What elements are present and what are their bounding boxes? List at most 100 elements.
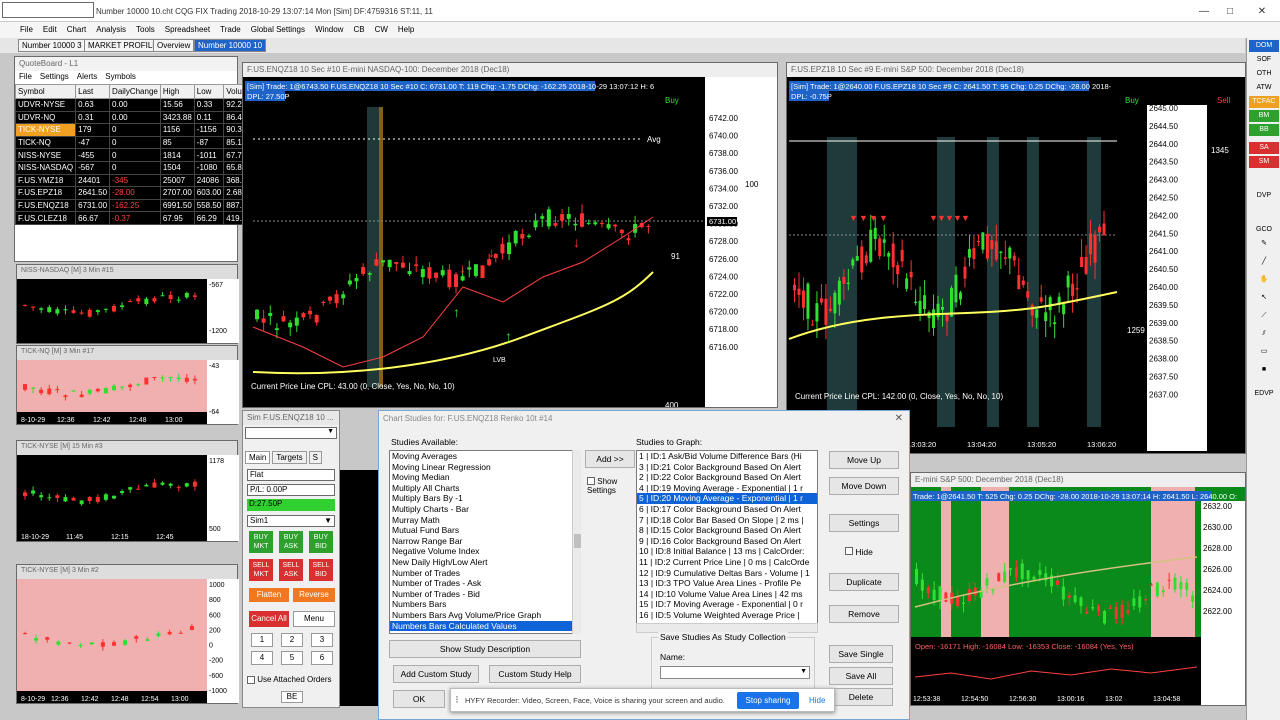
- column-header[interactable]: DailyChange: [109, 84, 161, 99]
- toolbar-gco-button[interactable]: GCO: [1249, 224, 1279, 236]
- chart-enqz18-plot[interactable]: [Sim] Trade: 1@6743.50 F.US.ENQZ18 10 Se…: [243, 77, 777, 410]
- buy-ask-button[interactable]: BUY ASK: [279, 531, 303, 553]
- hand-icon[interactable]: ✋: [1249, 274, 1279, 286]
- chart-epz18-lower-plot[interactable]: Trade: 1@2641.50 T: 525 Chg: 0.25 DChg: …: [911, 487, 1245, 705]
- column-header[interactable]: High: [159, 84, 195, 99]
- study-available-item[interactable]: Multiply Charts - Bar: [390, 504, 580, 515]
- attached-orders-option[interactable]: Use Attached Orders: [247, 675, 332, 684]
- toolbar-dvp-button[interactable]: DVP: [1249, 190, 1279, 202]
- duplicate-button[interactable]: Duplicate: [829, 573, 899, 591]
- sell-ask-button[interactable]: SELL ASK: [279, 559, 303, 581]
- minichart-niss[interactable]: NISS-NASDAQ [M] 3 Min #15 -567 -1200: [16, 264, 239, 344]
- study-available-item[interactable]: Numbers Bars: [390, 599, 580, 610]
- close-icon[interactable]: ✕: [1254, 6, 1270, 18]
- quote-row[interactable]: TICK-NQ -47 0 85 -87 85.1: [14, 135, 256, 150]
- tab-main[interactable]: Main: [245, 451, 271, 464]
- line-icon[interactable]: ╱: [1249, 256, 1279, 268]
- quantity-2-button[interactable]: 2: [281, 633, 303, 647]
- study-available-item[interactable]: Narrow Range Bar: [390, 536, 580, 547]
- save-all-button[interactable]: Save All: [829, 667, 893, 685]
- cancel-all-button[interactable]: Cancel All: [249, 611, 289, 627]
- quote-row[interactable]: TICK-NYSE 179 0 1156 -1156 90.3: [14, 123, 256, 137]
- buy-bid-button[interactable]: BUY BID: [309, 531, 333, 553]
- quoteboard-menu-symbols[interactable]: Symbols: [105, 72, 136, 83]
- box-icon[interactable]: ▭: [1249, 346, 1279, 358]
- quote-row[interactable]: UDVR-NYSE 0.63 0.00 15.56 0.33 92.2: [14, 98, 256, 112]
- close-icon[interactable]: ✕: [895, 413, 903, 424]
- collection-name-select[interactable]: ▼: [660, 666, 810, 679]
- study-graph-item[interactable]: 3 | ID:21 Color Background Based On Aler…: [637, 462, 817, 473]
- menu-spreadsheet[interactable]: Spreadsheet: [165, 25, 210, 34]
- sell-market-button[interactable]: SELL MKT: [249, 559, 273, 581]
- quoteboard-menu-file[interactable]: File: [19, 72, 32, 83]
- quoteboard-menu-settings[interactable]: Settings: [40, 72, 69, 83]
- settings-button[interactable]: Settings: [829, 514, 899, 532]
- scrollbar[interactable]: [572, 450, 581, 634]
- tab-s[interactable]: S: [308, 451, 322, 464]
- column-header[interactable]: Last: [75, 84, 111, 99]
- stop-sharing-button[interactable]: Stop sharing: [737, 692, 799, 709]
- hide-option[interactable]: Hide: [845, 547, 873, 557]
- studies-available-list[interactable]: Moving Averages Moving Linear Regression M…: [389, 450, 581, 634]
- toolbar-sm-button[interactable]: SM: [1249, 156, 1279, 168]
- menu-window[interactable]: Window: [315, 25, 343, 34]
- study-graph-item[interactable]: 11 | ID:2 Current Price Line | 0 ms | Ca…: [637, 557, 817, 568]
- chart-enqz18[interactable]: F.US.ENQZ18 10 Sec #10 E-mini NASDAQ-100…: [242, 62, 778, 410]
- delete-button[interactable]: Delete: [829, 688, 893, 706]
- tab-market-profile[interactable]: MARKET PROFILE: [84, 39, 162, 52]
- study-available-item[interactable]: Numbers Bars Calculated Values: [390, 620, 580, 632]
- study-available-item[interactable]: New Daily High/Low Alert: [390, 557, 580, 568]
- sell-bid-button[interactable]: SELL BID: [309, 559, 333, 581]
- quote-row[interactable]: F.US.CLEZ18 66.67 -0.37 67.95 66.29 419.6: [14, 211, 256, 225]
- study-graph-item[interactable]: 12 | ID:9 Cumulative Deltas Bars - Volum…: [637, 568, 817, 579]
- toolbar-bm-button[interactable]: BM: [1249, 110, 1279, 122]
- studies-to-graph-list[interactable]: 1 | ID:1 Ask/Bid Volume Difference Bars …: [636, 450, 818, 624]
- quote-row[interactable]: UDVR-NQ 0.31 0.00 3423.88 0.11 86.4: [14, 110, 256, 125]
- quantity-3-button[interactable]: 3: [311, 633, 333, 647]
- study-graph-item[interactable]: 16 | ID:5 Volume Weighted Average Price …: [637, 610, 817, 621]
- study-graph-item[interactable]: 7 | ID:18 Color Bar Based On Slope | 2 m…: [637, 515, 817, 526]
- chart-epz18[interactable]: F.US.EPZ18 10 Sec #9 E-mini S&P 500: Dec…: [786, 62, 1246, 454]
- study-graph-item[interactable]: 8 | ID:15 Color Background Based On Aler…: [637, 525, 817, 536]
- square-icon[interactable]: ■: [1249, 364, 1279, 376]
- buy-market-button[interactable]: BUY MKT: [249, 531, 273, 553]
- hide-checkbox[interactable]: [845, 547, 853, 555]
- study-graph-item[interactable]: 4 | ID:19 Moving Average - Exponential |…: [637, 483, 817, 494]
- study-graph-item[interactable]: 6 | ID:17 Color Background Based On Aler…: [637, 504, 817, 515]
- flatten-button[interactable]: Flatten: [249, 588, 289, 602]
- show-settings-option[interactable]: Show Settings: [587, 477, 633, 495]
- tab-number-10000-3[interactable]: Number 10000 3: [18, 39, 86, 52]
- add-custom-study-button[interactable]: Add Custom Study: [393, 665, 479, 683]
- study-available-item[interactable]: Moving Averages: [390, 451, 580, 462]
- toolbar-sa-button[interactable]: SA: [1249, 142, 1279, 154]
- account-select[interactable]: Sim1 ▼: [247, 515, 335, 527]
- toolbar-dom-button[interactable]: DOM: [1249, 40, 1279, 52]
- channel-icon[interactable]: ⫽: [1249, 328, 1279, 340]
- menu-cb[interactable]: CB: [353, 25, 364, 34]
- study-available-item[interactable]: Number of Trades: [390, 568, 580, 579]
- hide-toast-link[interactable]: Hide: [809, 696, 825, 705]
- menu-edit[interactable]: Edit: [43, 25, 57, 34]
- menu-help[interactable]: Help: [398, 25, 414, 34]
- menu-global-settings[interactable]: Global Settings: [251, 25, 305, 34]
- study-available-item[interactable]: Multiply Bars By -1: [390, 493, 580, 504]
- toolbar-edvp-button[interactable]: EDVP: [1249, 388, 1279, 400]
- study-available-item[interactable]: Number of Trades - Ask: [390, 578, 580, 589]
- study-graph-item[interactable]: 2 | ID:22 Color Background Based On Aler…: [637, 472, 817, 483]
- study-available-item[interactable]: Murray Math: [390, 515, 580, 526]
- scrollbar-thumb[interactable]: [574, 534, 581, 548]
- attached-orders-checkbox[interactable]: [247, 675, 255, 684]
- study-graph-item[interactable]: 1 | ID:1 Ask/Bid Volume Difference Bars …: [637, 451, 817, 462]
- menu-chart[interactable]: Chart: [67, 25, 87, 34]
- study-available-item[interactable]: Negative Volume Index: [390, 546, 580, 557]
- move-down-button[interactable]: Move Down: [829, 477, 899, 495]
- study-graph-item[interactable]: 14 | ID:10 Volume Value Area Lines | 42 …: [637, 589, 817, 600]
- toolbar-sof-button[interactable]: SOF: [1249, 54, 1279, 66]
- column-header[interactable]: Low: [193, 84, 225, 99]
- cursor-icon[interactable]: ↖: [1249, 292, 1279, 304]
- add-study-button[interactable]: Add >>: [585, 450, 635, 468]
- toolbar-tcfac-button[interactable]: TCFAC: [1249, 96, 1279, 108]
- order-symbol-select[interactable]: ▼: [245, 427, 337, 439]
- quote-row[interactable]: NISS-NYSE -455 0 1814 -1011 67.7: [14, 148, 256, 162]
- breakeven-button[interactable]: BE: [281, 691, 303, 703]
